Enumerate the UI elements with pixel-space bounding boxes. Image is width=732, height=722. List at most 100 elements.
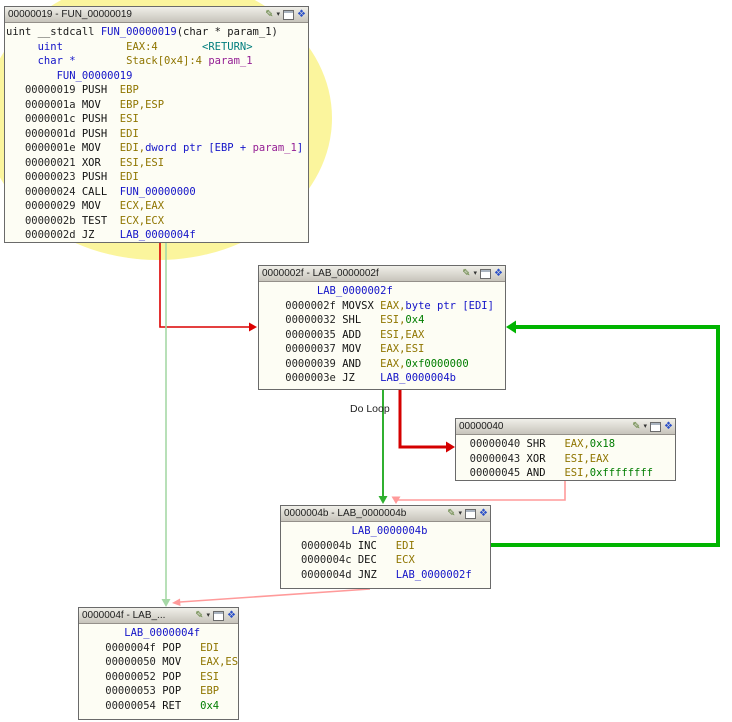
group-vertex-icon[interactable]: ❖ — [227, 610, 236, 621]
code-token: EDI — [395, 539, 415, 552]
block-titlebar[interactable]: 0000004b - LAB_0000004b ✎ ▾ ❖ — [281, 506, 490, 522]
edit-label-icon[interactable]: ✎ — [462, 268, 470, 279]
code-token: XOR — [526, 452, 565, 465]
chevron-down-icon[interactable]: ▾ — [459, 509, 463, 519]
code-line[interactable]: 0000004d JNZ LAB_0000002f — [282, 568, 490, 583]
edit-label-icon[interactable]: ✎ — [265, 9, 273, 20]
edit-label-icon[interactable]: ✎ — [195, 610, 203, 621]
code-token: 0000003e — [260, 372, 343, 384]
block-titlebar[interactable]: 0000002f - LAB_0000002f ✎ ▾ ❖ — [259, 266, 505, 282]
code-line[interactable]: uint EAX:4 <RETURN> — [6, 40, 308, 55]
code-line[interactable]: LAB_0000004f — [80, 626, 238, 641]
code-line[interactable]: 00000035 ADD ESI,EAX — [260, 328, 505, 343]
code-line[interactable]: 00000039 AND EAX,0xf0000000 — [260, 357, 505, 372]
code-line[interactable]: uint __stdcall FUN_00000019(char * param… — [6, 25, 308, 40]
code-line[interactable]: 0000001c PUSH ESI — [6, 112, 308, 127]
group-vertex-icon[interactable]: ❖ — [479, 508, 488, 519]
code-token: ECX,EAX — [119, 200, 165, 212]
code-line[interactable]: FUN_00000019 — [6, 69, 308, 84]
group-vertex-icon[interactable]: ❖ — [494, 268, 503, 279]
code-line[interactable]: 0000001e MOV EDI,dword ptr [EBP + param_… — [6, 141, 308, 156]
code-line[interactable]: 0000002f MOVSX EAX,byte ptr [EDI] — [260, 299, 505, 314]
code-line[interactable]: LAB_0000002f — [260, 284, 505, 299]
code-line[interactable]: 00000045 AND ESI,0xffffffff — [457, 466, 675, 480]
code-line[interactable]: 00000032 SHL ESI,0x4 — [260, 313, 505, 328]
edit-label-icon[interactable]: ✎ — [447, 508, 455, 519]
code-token: ] — [296, 142, 304, 154]
code-line[interactable]: LAB_0000004b — [282, 524, 490, 539]
code-line[interactable]: 0000001a MOV EBP,ESP — [6, 98, 308, 113]
code-token: AND — [526, 467, 565, 479]
code-token: 0x4 — [200, 699, 220, 712]
code-line[interactable]: 00000053 POP EBP — [80, 684, 238, 699]
restore-window-icon[interactable] — [650, 421, 662, 432]
code-line[interactable]: 00000052 POP ESI — [80, 670, 238, 685]
block-toolbar: ✎ ▾ ❖ — [462, 268, 503, 279]
code-token: 0x4 — [405, 314, 425, 326]
code-token: 00000043 — [457, 452, 527, 465]
graph-block-00000040[interactable]: 00000040 ✎ ▾ ❖ 00000040 SHR EAX,0x18 000… — [455, 418, 676, 481]
group-vertex-icon[interactable]: ❖ — [297, 9, 306, 20]
code-token: JZ — [342, 372, 381, 384]
graph-block-fun-00000019[interactable]: 00000019 - FUN_00000019 ✎ ▾ ❖ uint __std… — [4, 6, 309, 243]
code-token: EDI — [200, 641, 220, 654]
code-token: ESI,ESI — [119, 156, 165, 169]
code-token: MOVSX — [342, 299, 381, 312]
chevron-down-icon[interactable]: ▾ — [207, 611, 211, 621]
graph-block-lab-0000004b[interactable]: 0000004b - LAB_0000004b ✎ ▾ ❖ LAB_000000… — [280, 505, 491, 589]
chevron-down-icon[interactable]: ▾ — [644, 422, 648, 432]
block-titlebar[interactable]: 00000040 ✎ ▾ ❖ — [456, 419, 675, 435]
code-token: ESI,EAX — [380, 328, 425, 341]
code-line[interactable]: 0000004b INC EDI — [282, 539, 490, 554]
code-token: EDI, — [119, 142, 146, 154]
code-line[interactable]: 0000004c DEC ECX — [282, 553, 490, 568]
edge-b1-b2-arrowhead-icon — [249, 322, 257, 332]
code-line[interactable]: 0000003e JZ LAB_0000004b — [260, 371, 505, 386]
code-line[interactable]: 00000019 PUSH EBP — [6, 83, 308, 98]
code-line[interactable]: 00000054 RET 0x4 — [80, 699, 238, 714]
code-token: DEC — [357, 554, 396, 566]
code-line[interactable]: 0000001d PUSH EDI — [6, 127, 308, 142]
edge-b3-b4[interactable] — [395, 481, 566, 501]
code-token: EAX, — [380, 357, 406, 370]
code-line[interactable]: 0000002b TEST ECX,ECX — [6, 214, 308, 229]
code-line[interactable]: 0000004f POP EDI — [80, 641, 238, 656]
code-line[interactable]: 00000037 MOV EAX,ESI — [260, 342, 505, 357]
code-line[interactable]: 00000029 MOV ECX,EAX — [6, 199, 308, 214]
edge-b2-b4-arrowhead-icon — [378, 496, 388, 504]
code-token: 00000053 — [80, 685, 163, 697]
group-vertex-icon[interactable]: ❖ — [664, 421, 673, 432]
restore-window-icon[interactable] — [283, 9, 295, 20]
block-titlebar[interactable]: 00000019 - FUN_00000019 ✎ ▾ ❖ — [5, 7, 308, 23]
code-line[interactable]: 00000043 XOR ESI,EAX — [457, 452, 675, 467]
graph-block-lab-0000002f[interactable]: 0000002f - LAB_0000002f ✎ ▾ ❖ LAB_000000… — [258, 265, 506, 390]
code-line[interactable]: 0000002d JZ LAB_0000004f — [6, 228, 308, 242]
graph-block-lab-0000004f[interactable]: 0000004f - LAB_... ✎ ▾ ❖ LAB_0000004f 00… — [78, 607, 239, 720]
chevron-down-icon[interactable]: ▾ — [474, 269, 478, 279]
edge-b4-b5-arrowhead-icon — [172, 598, 181, 606]
code-line[interactable]: 00000023 PUSH EDI — [6, 170, 308, 185]
block-titlebar[interactable]: 0000004f - LAB_... ✎ ▾ ❖ — [79, 608, 238, 624]
code-line[interactable]: 00000040 SHR EAX,0x18 — [457, 437, 675, 452]
edge-b4-b5[interactable] — [179, 588, 371, 603]
code-line[interactable]: 00000021 XOR ESI,ESI — [6, 156, 308, 171]
block-title: 00000040 — [459, 421, 504, 432]
code-token: XOR — [81, 156, 120, 169]
code-line[interactable]: 00000024 CALL FUN_00000000 — [6, 185, 308, 200]
restore-window-icon[interactable] — [213, 610, 225, 621]
function-graph-view: Do Loop 00000019 - FUN_00000019 ✎ ▾ ❖ ui… — [0, 0, 732, 722]
edit-label-icon[interactable]: ✎ — [632, 421, 640, 432]
code-token: 0000002b — [6, 214, 82, 227]
chevron-down-icon[interactable]: ▾ — [277, 10, 281, 20]
code-token: MOV — [81, 98, 120, 111]
restore-window-icon[interactable] — [480, 268, 492, 279]
restore-window-icon[interactable] — [465, 508, 477, 519]
code-line[interactable]: 00000050 MOV EAX,ESI — [80, 655, 238, 670]
edge-b2-b3[interactable] — [398, 390, 448, 449]
code-token: uint __stdcall — [6, 26, 101, 38]
code-line[interactable]: char * Stack[0x4]:4 param_1 — [6, 54, 308, 69]
